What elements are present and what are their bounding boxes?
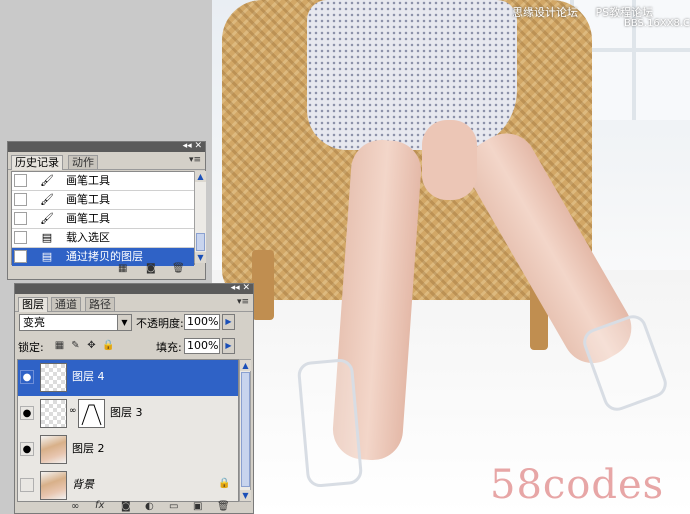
layer-thumbnail: [40, 471, 67, 500]
layer-copy-icon: ▤: [41, 250, 53, 263]
layers-panel: ◂◂ ✕ 图层 通道 路径 ▾≡ 变亮 ▼ 不透明度: 100% ▶ 锁定: ▦…: [14, 283, 254, 514]
scroll-thumb[interactable]: [241, 372, 250, 487]
trash-icon[interactable]: 🗑: [172, 263, 185, 274]
history-footer: ▦ ◙ 🗑: [8, 263, 205, 277]
scroll-thumb[interactable]: [196, 233, 205, 251]
fx-icon[interactable]: fx: [95, 500, 104, 511]
layer-row-selected[interactable]: ● 图层 4: [18, 360, 238, 397]
new-document-icon[interactable]: ▦: [118, 263, 127, 274]
blend-opacity-row: 变亮 ▼ 不透明度: 100% ▶: [18, 314, 250, 332]
brush-icon: 🖌: [40, 212, 54, 225]
tab-channels[interactable]: 通道: [51, 297, 81, 311]
hands: [422, 120, 477, 200]
layer-row[interactable]: ● 图层 2: [18, 432, 238, 469]
history-list: 🖌 画笔工具 🖌 画笔工具 🖌 画笔工具 ▤ 载入选区 ▤ 通过拷贝的图层: [11, 171, 195, 267]
layer-name[interactable]: 图层 4: [72, 370, 105, 384]
lock-fill-row: 锁定: ▦ ✎ ✥ 🔒 填充: 100% ▶: [18, 338, 250, 357]
history-item[interactable]: ▤ 载入选区: [12, 229, 194, 248]
layer-row[interactable]: ● ∞ 图层 3: [18, 396, 238, 433]
history-item-label: 画笔工具: [66, 193, 110, 206]
layers-footer: ∞ fx ◙ ◐ ▭ ▣ 🗑: [15, 500, 253, 513]
history-tabs: 历史记录 动作 ▾≡: [8, 152, 205, 170]
tab-paths[interactable]: 路径: [85, 297, 115, 311]
opacity-slider-arrow-icon[interactable]: ▶: [222, 314, 235, 330]
layer-thumbnail: [40, 363, 67, 392]
layer-thumbnail: [40, 435, 67, 464]
adjustment-layer-icon[interactable]: ◐: [145, 501, 154, 512]
watermark-url: BBS.16XX8.COM: [624, 18, 690, 29]
layers-tabs: 图层 通道 路径 ▾≡: [15, 294, 253, 312]
scroll-up-icon[interactable]: ▲: [240, 360, 251, 371]
brush-icon: 🖌: [40, 193, 54, 206]
layer-name[interactable]: 图层 3: [110, 406, 143, 420]
fill-label: 填充:: [156, 341, 182, 354]
scroll-down-icon[interactable]: ▼: [240, 490, 251, 501]
eye-icon[interactable]: ●: [20, 370, 34, 384]
panel-menu-icon[interactable]: ▾≡: [189, 155, 201, 165]
snapshot-source-checkbox[interactable]: [14, 231, 27, 244]
layer-name[interactable]: 背景: [72, 478, 94, 492]
tab-layers[interactable]: 图层: [18, 297, 48, 312]
history-scrollbar[interactable]: ▲ ▼: [194, 171, 206, 263]
trash-icon[interactable]: 🗑: [217, 501, 230, 512]
brush-icon: 🖌: [40, 174, 54, 187]
snapshot-icon[interactable]: ◙: [146, 263, 156, 274]
opacity-label: 不透明度:: [136, 317, 184, 330]
eye-icon[interactable]: ●: [20, 406, 34, 420]
panel-titlebar[interactable]: ◂◂ ✕: [15, 282, 253, 294]
history-item-label: 画笔工具: [66, 174, 110, 187]
fill-slider-arrow-icon[interactable]: ▶: [222, 338, 235, 354]
add-mask-icon[interactable]: ◙: [121, 501, 131, 512]
layers-scrollbar[interactable]: ▲ ▼: [239, 359, 251, 502]
lock-pixels-icon[interactable]: ✎: [70, 340, 81, 351]
blend-mode-select[interactable]: 变亮 ▼: [19, 314, 132, 331]
snapshot-source-checkbox[interactable]: [14, 250, 27, 263]
eye-icon[interactable]: ●: [20, 442, 34, 456]
lock-transparency-icon[interactable]: ▦: [54, 340, 65, 351]
layer-row[interactable]: ● 背景 🔒: [18, 468, 238, 501]
lock-icon: 🔒: [218, 478, 231, 489]
panel-titlebar[interactable]: ◂◂ ✕: [8, 140, 205, 152]
blend-mode-value: 变亮: [23, 316, 45, 329]
document-canvas[interactable]: 思缘设计论坛 PS教程论坛 BBS.16XX8.COM 58codes: [212, 0, 690, 514]
snapshot-source-checkbox[interactable]: [14, 212, 27, 225]
fill-input[interactable]: 100%: [184, 338, 220, 354]
history-item[interactable]: 🖌 画笔工具: [12, 210, 194, 229]
load-selection-icon: ▤: [41, 231, 53, 244]
scroll-up-icon[interactable]: ▲: [195, 171, 206, 182]
sandal: [296, 357, 364, 489]
new-layer-icon[interactable]: ▣: [193, 501, 202, 512]
lock-position-icon[interactable]: ✥: [86, 340, 97, 351]
history-item-label: 画笔工具: [66, 212, 110, 225]
lock-label: 锁定:: [18, 341, 44, 354]
history-item-label: 载入选区: [66, 231, 110, 244]
layers-list: ● 图层 4 ● ∞ 图层 3 ● 图层 2 ● 背景 🔒: [17, 359, 239, 502]
history-item[interactable]: 🖌 画笔工具: [12, 172, 194, 191]
chair-leg: [252, 250, 274, 320]
dress: [307, 0, 517, 150]
opacity-input[interactable]: 100%: [184, 314, 220, 330]
chevron-down-icon[interactable]: ▼: [117, 315, 131, 330]
tab-history[interactable]: 历史记录: [11, 155, 63, 170]
chain-link-icon[interactable]: ∞: [69, 406, 77, 416]
layer-mask-thumbnail[interactable]: [78, 399, 105, 428]
watermark-bottom: 58codes: [490, 462, 665, 508]
history-panel: ◂◂ ✕ 历史记录 动作 ▾≡ 🖌 画笔工具 🖌 画笔工具 🖌 画笔工具 ▤ 载…: [7, 141, 206, 280]
layer-name[interactable]: 图层 2: [72, 442, 105, 456]
link-layers-icon[interactable]: ∞: [71, 501, 79, 512]
layer-thumbnail: [40, 399, 67, 428]
panel-menu-icon[interactable]: ▾≡: [237, 297, 249, 307]
scroll-down-icon[interactable]: ▼: [195, 252, 206, 263]
visibility-toggle-hidden[interactable]: ●: [20, 478, 34, 492]
snapshot-source-checkbox[interactable]: [14, 174, 27, 187]
history-item[interactable]: 🖌 画笔工具: [12, 191, 194, 210]
collapse-close-icon[interactable]: ◂◂ ✕: [183, 140, 202, 152]
tab-actions[interactable]: 动作: [68, 155, 98, 169]
collapse-close-icon[interactable]: ◂◂ ✕: [231, 282, 250, 294]
snapshot-source-checkbox[interactable]: [14, 193, 27, 206]
lock-all-icon[interactable]: 🔒: [102, 340, 114, 351]
new-group-icon[interactable]: ▭: [169, 501, 178, 512]
